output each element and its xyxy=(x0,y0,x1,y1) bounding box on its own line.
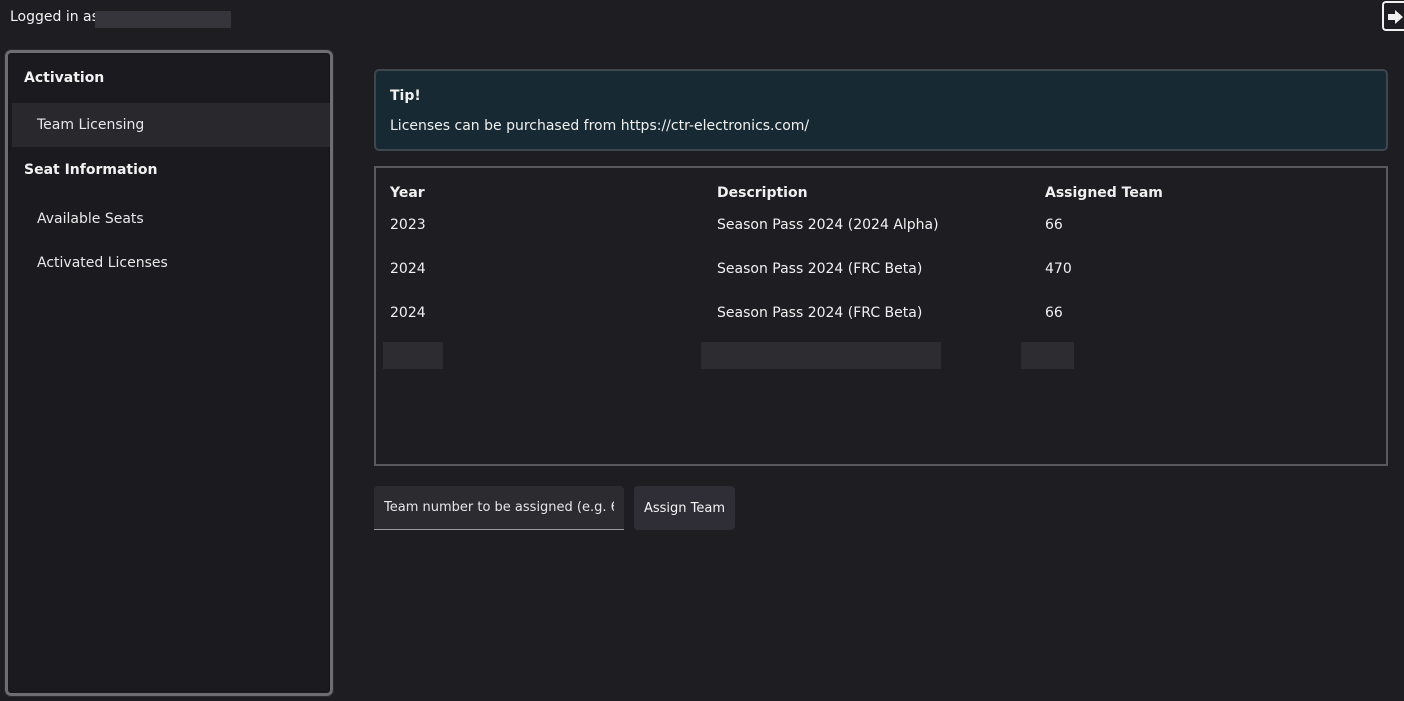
redacted-cell-assigned-team xyxy=(1021,342,1074,369)
column-header-year: Year xyxy=(390,185,425,201)
license-table: Year Description Assigned Team 2023 Seas… xyxy=(374,166,1388,466)
column-header-assigned-team: Assigned Team xyxy=(1045,185,1163,201)
sidebar-panel: Activation Team Licensing Seat Informati… xyxy=(10,55,330,691)
sidebar: Activation Team Licensing Seat Informati… xyxy=(4,49,334,697)
assign-team-button[interactable]: Assign Team xyxy=(634,486,735,530)
redacted-username xyxy=(95,11,231,28)
table-cell-description[interactable]: Season Pass 2024 (FRC Beta) xyxy=(717,261,922,277)
logout-arrow-icon xyxy=(1388,10,1403,24)
logout-button[interactable] xyxy=(1382,1,1404,31)
table-cell-year[interactable]: 2024 xyxy=(390,305,426,321)
table-cell-description[interactable]: Season Pass 2024 (2024 Alpha) xyxy=(717,217,939,233)
table-cell-assigned-team[interactable]: 470 xyxy=(1045,261,1072,277)
top-bar: Logged in as: xyxy=(0,0,1404,40)
sidebar-item-available-seats[interactable]: Available Seats xyxy=(12,197,330,241)
tip-text: Licenses can be purchased from https://c… xyxy=(390,118,810,134)
table-cell-assigned-team[interactable]: 66 xyxy=(1045,217,1063,233)
column-header-description: Description xyxy=(717,185,808,201)
table-cell-description[interactable]: Season Pass 2024 (FRC Beta) xyxy=(717,305,922,321)
redacted-cell-description xyxy=(701,342,941,369)
table-cell-year[interactable]: 2023 xyxy=(390,217,426,233)
tip-title: Tip! xyxy=(390,88,421,104)
sidebar-item-team-licensing[interactable]: Team Licensing xyxy=(12,103,330,147)
tip-box: Tip! Licenses can be purchased from http… xyxy=(374,69,1388,151)
team-number-input[interactable] xyxy=(374,486,624,530)
sidebar-item-activated-licenses[interactable]: Activated Licenses xyxy=(12,241,330,285)
redacted-cell-year xyxy=(383,342,443,369)
logged-in-label: Logged in as: xyxy=(10,9,104,25)
table-cell-year[interactable]: 2024 xyxy=(390,261,426,277)
sidebar-section-activation: Activation xyxy=(24,70,105,86)
table-cell-assigned-team[interactable]: 66 xyxy=(1045,305,1063,321)
sidebar-section-seat-information: Seat Information xyxy=(24,162,158,178)
